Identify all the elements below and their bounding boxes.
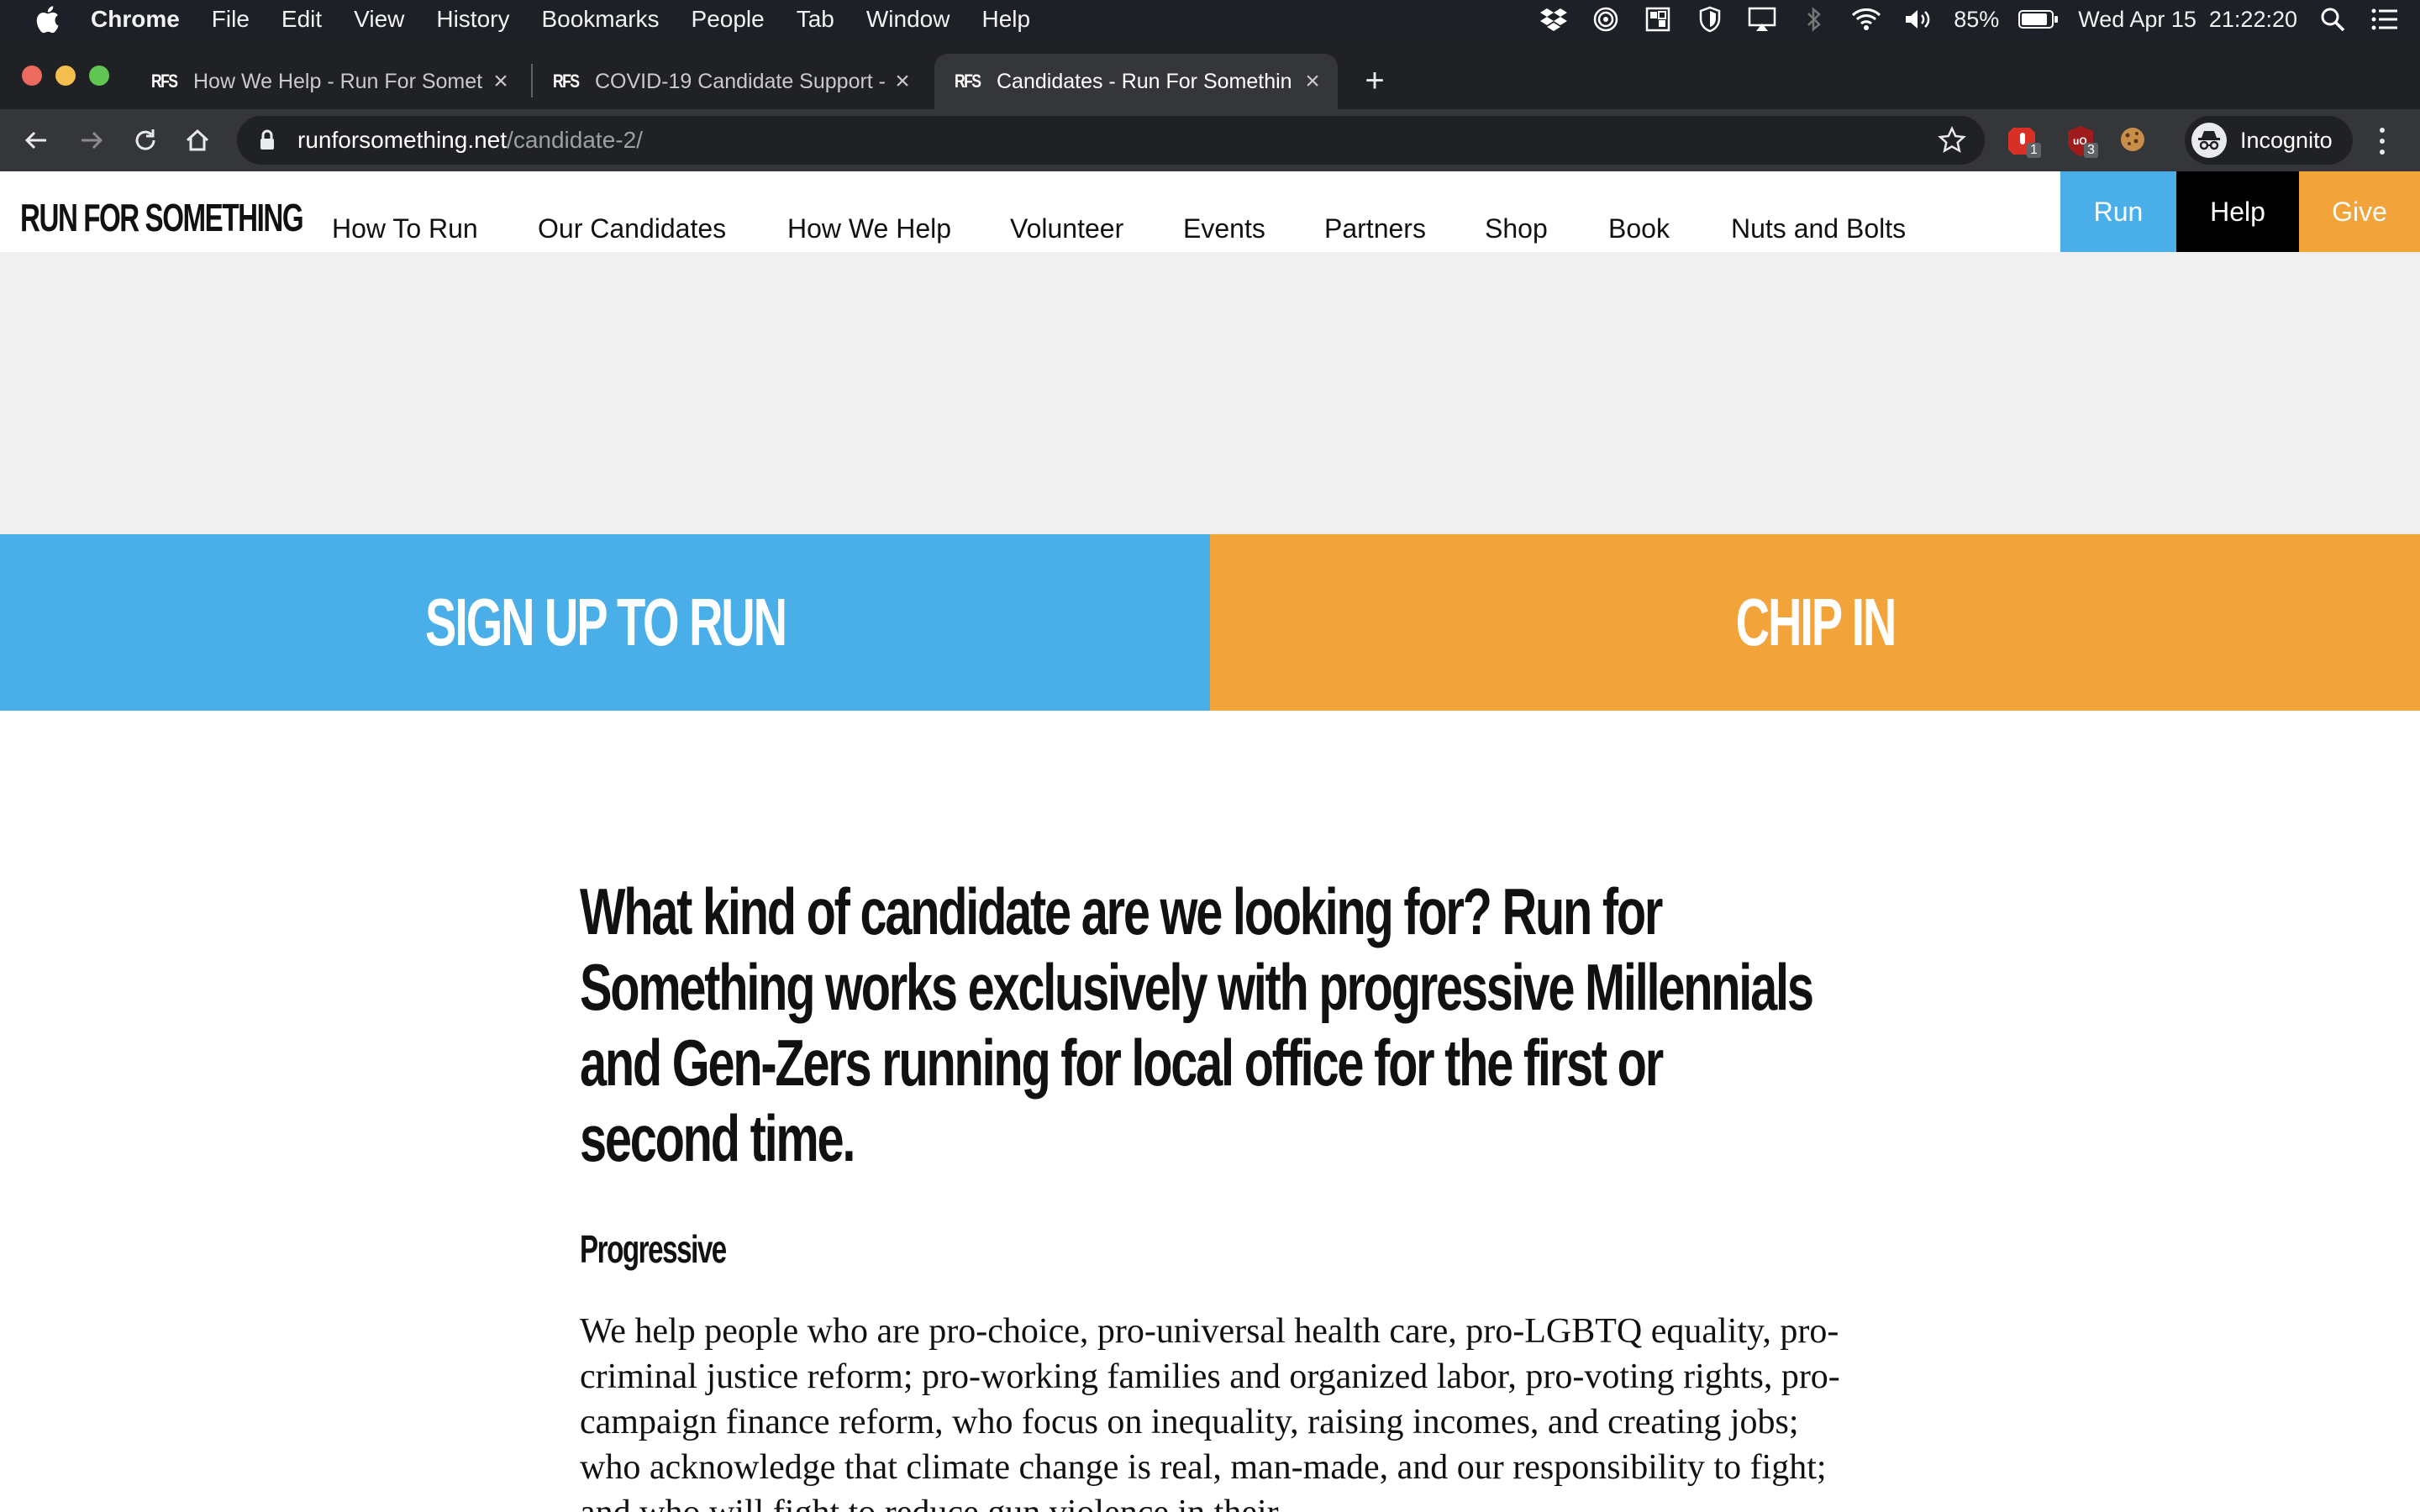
main-content: What kind of candidate are we looking fo… bbox=[580, 874, 1840, 1512]
url-domain: runforsomething.net bbox=[297, 127, 508, 153]
tab-title: How We Help - Run For Somet bbox=[193, 69, 483, 93]
close-window-button[interactable] bbox=[22, 66, 42, 86]
candidate-headline: What kind of candidate are we looking fo… bbox=[580, 874, 1814, 1175]
ublock-extension-icon[interactable]: uO 3 bbox=[2064, 124, 2098, 158]
nav-how-we-help[interactable]: How We Help bbox=[787, 213, 951, 244]
menu-edit[interactable]: Edit bbox=[281, 6, 322, 33]
airplay-icon[interactable] bbox=[1745, 7, 1779, 32]
nav-how-to-run[interactable]: How To Run bbox=[332, 213, 478, 244]
incognito-label: Incognito bbox=[2240, 127, 2333, 153]
macos-menu-bar: Chrome File Edit View History Bookmarks … bbox=[0, 0, 2420, 39]
clock[interactable]: Wed Apr 15 21:22:20 bbox=[2078, 7, 2297, 33]
forward-button[interactable] bbox=[74, 123, 109, 158]
nav-shop[interactable]: Shop bbox=[1485, 213, 1548, 244]
incognito-indicator[interactable]: Incognito bbox=[2185, 116, 2353, 165]
nav-book[interactable]: Book bbox=[1608, 213, 1670, 244]
section-heading-progressive: Progressive bbox=[580, 1227, 727, 1271]
nav-partners[interactable]: Partners bbox=[1324, 213, 1426, 244]
menu-history[interactable]: History bbox=[436, 6, 509, 33]
cookie-extension-icon[interactable] bbox=[2118, 124, 2148, 155]
chip-in-banner[interactable]: CHIP IN bbox=[1210, 534, 2420, 711]
grid-app-icon[interactable] bbox=[1641, 7, 1675, 32]
adblock-extension-icon[interactable]: 1 bbox=[2007, 124, 2041, 158]
browser-tab[interactable]: RFS COVID-19 Candidate Support - × bbox=[533, 54, 928, 109]
tab-title: COVID-19 Candidate Support - bbox=[595, 69, 886, 93]
rfs-favicon-icon: RFS bbox=[955, 71, 981, 92]
browser-tab-active[interactable]: RFS Candidates - Run For Somethin × bbox=[934, 54, 1338, 109]
rfs-favicon-icon: RFS bbox=[151, 71, 178, 92]
battery-percent: 85% bbox=[1954, 6, 2000, 32]
notification-center-icon[interactable] bbox=[2368, 7, 2402, 32]
reload-button[interactable] bbox=[128, 123, 163, 158]
address-bar[interactable]: runforsomething.net/candidate-2/ bbox=[237, 116, 1985, 165]
hero-placeholder bbox=[0, 252, 2420, 534]
nav-volunteer[interactable]: Volunteer bbox=[1010, 213, 1123, 244]
menu-help[interactable]: Help bbox=[981, 6, 1030, 33]
run-button-label: Run bbox=[2093, 196, 2144, 227]
menu-people[interactable]: People bbox=[692, 6, 765, 33]
menu-view[interactable]: View bbox=[354, 6, 404, 33]
chrome-menu-icon[interactable] bbox=[2370, 124, 2395, 158]
volume-icon[interactable] bbox=[1902, 7, 1935, 32]
new-tab-button[interactable]: + bbox=[1356, 62, 1393, 99]
sign-up-to-run-label: SIGN UP TO RUN bbox=[424, 585, 786, 659]
home-button[interactable] bbox=[180, 123, 215, 158]
minimize-window-button[interactable] bbox=[55, 66, 76, 86]
menu-window[interactable]: Window bbox=[866, 6, 950, 33]
tab-title: Candidates - Run For Somethin bbox=[997, 69, 1292, 93]
nav-nuts-and-bolts[interactable]: Nuts and Bolts bbox=[1731, 213, 1906, 244]
bluetooth-icon[interactable] bbox=[1797, 7, 1831, 32]
rfs-favicon-icon: RFS bbox=[553, 71, 580, 92]
extension-badge: 3 bbox=[2084, 143, 2098, 158]
sign-up-to-run-banner[interactable]: SIGN UP TO RUN bbox=[0, 534, 1210, 711]
help-button-label: Help bbox=[2210, 196, 2265, 227]
run-button[interactable]: Run bbox=[2060, 171, 2176, 252]
menu-file[interactable]: File bbox=[212, 6, 250, 33]
close-tab-icon[interactable]: × bbox=[484, 65, 518, 98]
chip-in-label: CHIP IN bbox=[1735, 585, 1897, 659]
incognito-icon bbox=[2191, 123, 2227, 158]
site-header: RUN FOR SOMETHING How To Run Our Candida… bbox=[0, 171, 2420, 252]
browser-tab[interactable]: RFS How We Help - Run For Somet × bbox=[131, 54, 526, 109]
lock-icon[interactable] bbox=[259, 129, 284, 151]
url-path: /candidate-2/ bbox=[507, 127, 643, 153]
dropbox-icon[interactable] bbox=[1537, 7, 1570, 32]
give-button[interactable]: Give bbox=[2299, 171, 2420, 252]
apple-icon[interactable] bbox=[32, 4, 62, 34]
shield-icon[interactable] bbox=[1693, 6, 1727, 33]
nav-events[interactable]: Events bbox=[1183, 213, 1265, 244]
menu-tab[interactable]: Tab bbox=[797, 6, 834, 33]
bookmark-star-icon[interactable] bbox=[1938, 126, 1966, 155]
wifi-icon[interactable] bbox=[1849, 7, 1883, 32]
extension-badge: 1 bbox=[2027, 143, 2041, 158]
chrome-tab-strip: RFS How We Help - Run For Somet × RFS CO… bbox=[0, 39, 2420, 109]
chrome-toolbar: runforsomething.net/candidate-2/ 1 uO 3 … bbox=[0, 109, 2420, 171]
close-tab-icon[interactable]: × bbox=[1296, 65, 1329, 98]
nav-our-candidates[interactable]: Our Candidates bbox=[538, 213, 726, 244]
zoom-window-button[interactable] bbox=[89, 66, 109, 86]
spotlight-search-icon[interactable] bbox=[2316, 7, 2349, 32]
airdrop-icon[interactable] bbox=[1589, 7, 1623, 32]
menu-app-name[interactable]: Chrome bbox=[91, 6, 180, 33]
progressive-body-text: We help people who are pro-choice, pro-u… bbox=[580, 1312, 1840, 1512]
site-logo[interactable]: RUN FOR SOMETHING bbox=[20, 195, 304, 240]
give-button-label: Give bbox=[2332, 196, 2387, 227]
close-tab-icon[interactable]: × bbox=[886, 65, 919, 98]
menu-bookmarks[interactable]: Bookmarks bbox=[541, 6, 659, 33]
back-button[interactable] bbox=[18, 123, 54, 158]
battery-icon[interactable] bbox=[2018, 7, 2060, 32]
help-button[interactable]: Help bbox=[2176, 171, 2299, 252]
